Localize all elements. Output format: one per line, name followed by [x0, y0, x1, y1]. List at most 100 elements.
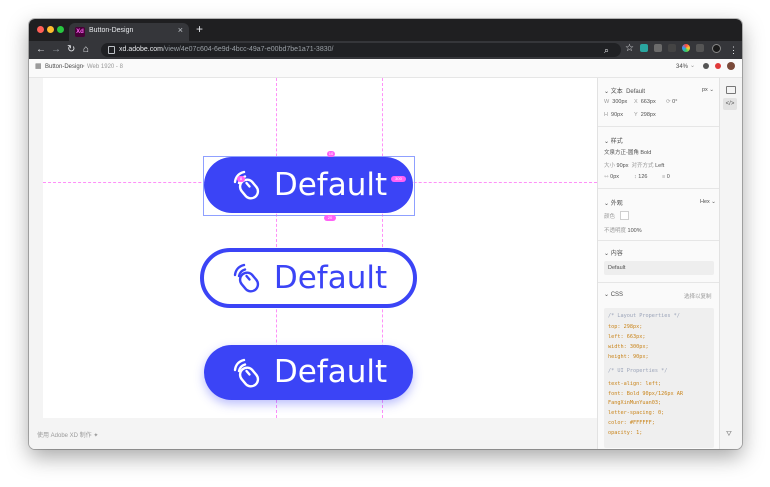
color-format-selector[interactable]: Hex ⌄: [700, 199, 716, 205]
back-icon[interactable]: ←: [36, 43, 46, 57]
grid-view-icon[interactable]: ▦: [35, 62, 42, 70]
line-spacing-field: ↕ 126: [634, 174, 648, 180]
opacity-field: 不透明度 100%: [604, 228, 642, 234]
css-line: width: 300px;: [608, 344, 649, 350]
url-text: xd.adobe.com/view/4e07c604-6e9d-4bcc-49a…: [119, 46, 334, 53]
right-rail: </> ⛛: [719, 78, 742, 449]
spacing-handle-right: 300: [391, 176, 406, 182]
default-button-outline[interactable]: Default: [200, 248, 417, 308]
css-line: letter-spacing: 0;: [608, 410, 665, 416]
css-line: /* UI Properties */: [608, 368, 668, 374]
tab-bar: Xd Button-Design × +: [29, 19, 742, 41]
spacing-handle-bottom: 20: [324, 215, 336, 221]
divider: [598, 240, 720, 241]
xd-favicon-icon: Xd: [75, 27, 85, 37]
css-line: text-align: left;: [608, 381, 662, 387]
char-spacing-icon: ⇿: [604, 174, 609, 180]
extension-icon-2[interactable]: [654, 44, 662, 52]
content-section-header[interactable]: ⌄ 内容: [604, 248, 623, 257]
minimize-window-button[interactable]: [47, 26, 54, 33]
browser-tab[interactable]: Xd Button-Design ×: [69, 23, 189, 41]
browser-window: Xd Button-Design × + ← → ↻ ⌂ xd.adobe.co…: [29, 19, 742, 449]
rotation-icon: ⟳: [666, 99, 671, 105]
help-icon[interactable]: [703, 63, 709, 69]
extension-icon-4[interactable]: [682, 44, 690, 52]
css-line: FangXinMunYuan03;: [608, 400, 662, 406]
notifications-icon[interactable]: [715, 63, 721, 69]
reload-icon[interactable]: ↻: [67, 43, 75, 57]
appearance-section-header[interactable]: ⌄ 外观: [604, 198, 623, 207]
lock-icon: [108, 46, 115, 54]
bookmark-star-icon[interactable]: ☆: [625, 42, 634, 56]
color-field: 颜色: [604, 214, 616, 220]
line-spacing-icon: ↕: [634, 174, 637, 180]
character-spacing-field: ⇿ 0px: [604, 174, 620, 180]
breadcrumb-artboard[interactable]: Web 1920 - 8: [87, 64, 123, 70]
height-field: H 90px: [604, 112, 623, 118]
y-field: Y 298px: [634, 112, 656, 118]
unit-selector[interactable]: px ⌄: [702, 87, 714, 93]
navigation-bar: ← → ↻ ⌂ xd.adobe.com/view/4e07c604-6e9d-…: [29, 41, 742, 59]
css-line: height: 90px;: [608, 354, 649, 360]
content-value: Default: [608, 265, 626, 271]
css-line: /* Layout Properties */: [608, 313, 680, 319]
maximize-window-button[interactable]: [57, 26, 64, 33]
css-code-block[interactable]: /* Layout Properties */ top: 298px; left…: [604, 308, 714, 448]
rotation-field: ⟳ 0°: [666, 99, 678, 105]
tab-close-icon[interactable]: ×: [178, 25, 183, 35]
spacing-handle-top: 10: [327, 151, 335, 157]
divider: [598, 282, 720, 283]
zoom-dropdown-icon[interactable]: ⌄: [690, 62, 695, 69]
text-section-header[interactable]: ⌄ 文本 Default: [604, 86, 645, 95]
button-label: Default: [273, 259, 388, 296]
css-line: color: #FFFFFF;: [608, 420, 655, 426]
address-bar[interactable]: xd.adobe.com/view/4e07c604-6e9d-4bcc-49a…: [101, 43, 621, 57]
xd-logo-icon: ✦: [93, 433, 99, 439]
user-avatar[interactable]: [727, 62, 735, 70]
default-button-filled-2[interactable]: Default: [204, 345, 413, 400]
mouse-click-icon: [233, 263, 259, 293]
browser-menu-icon[interactable]: ⋮: [729, 43, 738, 57]
home-icon[interactable]: ⌂: [83, 43, 89, 57]
design-canvas[interactable]: Default 10 300 20 8 Default Default 使用 A…: [29, 78, 597, 449]
copy-hint: 选择以复制: [684, 294, 712, 300]
content-value-box[interactable]: Default: [604, 261, 714, 275]
default-button-filled-1[interactable]: Default: [204, 157, 413, 213]
font-name: 文泉方正-圆角 Bold: [604, 150, 652, 156]
breadcrumb-project[interactable]: Button-Design: [45, 64, 83, 70]
divider: [598, 188, 720, 189]
mouse-click-icon: [233, 358, 259, 387]
css-line: font: Bold 90px/126px AR: [608, 391, 683, 397]
breadcrumb-separator: >: [81, 64, 85, 70]
filter-icon[interactable]: ⛛: [726, 431, 732, 439]
made-with-xd-note[interactable]: 使用 Adobe XD 制作 ✦: [37, 430, 98, 439]
font-size-field: 大小 90px 对齐方式 Left: [604, 163, 665, 169]
color-swatch[interactable]: [620, 211, 629, 220]
css-section-header[interactable]: ⌄ CSS: [604, 291, 623, 298]
comments-icon[interactable]: [726, 86, 736, 94]
extension-icon-3[interactable]: [668, 44, 676, 52]
profile-avatar[interactable]: [712, 44, 721, 53]
button-label: Default: [273, 354, 388, 390]
divider: [598, 126, 720, 127]
css-line: opacity: 1;: [608, 430, 643, 436]
paragraph-spacing-field: ≡ 0: [662, 174, 670, 180]
x-field: X 663px: [634, 99, 656, 105]
button-label: Default: [273, 166, 388, 203]
close-window-button[interactable]: [37, 26, 44, 33]
paragraph-spacing-icon: ≡: [662, 174, 666, 180]
forward-icon[interactable]: →: [51, 43, 61, 57]
search-icon[interactable]: ⌕: [604, 43, 609, 57]
width-field: W 300px: [604, 99, 628, 105]
extension-icon-5[interactable]: [696, 44, 704, 52]
mouse-click-icon: [233, 170, 259, 200]
inspect-panel: ⌄ 文本 Default px ⌄ W 300px X 663px ⟳ 0° H…: [597, 78, 720, 449]
spacing-handle-left: 8: [237, 176, 245, 182]
css-line: left: 663px;: [608, 334, 646, 340]
style-section-header[interactable]: ⌄ 样式: [604, 136, 623, 145]
zoom-level[interactable]: 34%: [676, 64, 688, 70]
tab-title: Button-Design: [89, 27, 134, 34]
extension-icon-1[interactable]: [640, 44, 648, 52]
code-inspect-icon[interactable]: </>: [723, 98, 737, 110]
new-tab-button[interactable]: +: [196, 22, 203, 36]
